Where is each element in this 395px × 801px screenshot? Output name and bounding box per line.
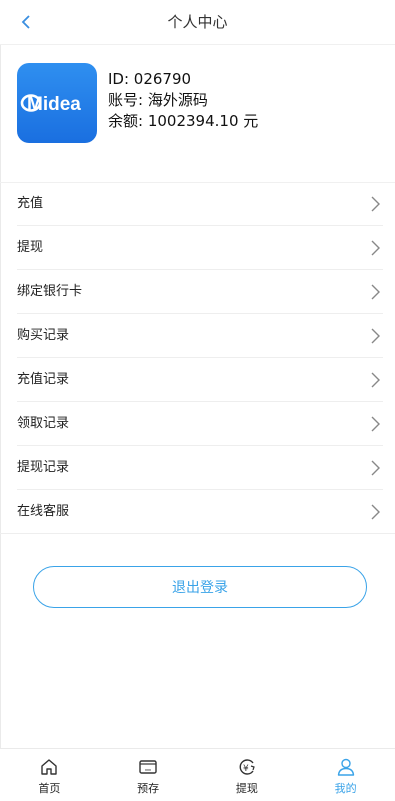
tab-home[interactable]: 首页 — [0, 749, 99, 801]
menu-item-label: 充值记录 — [17, 372, 70, 387]
brand-logo: Midea — [17, 63, 97, 143]
logout-button[interactable]: 退出登录 — [33, 566, 367, 608]
balance: 余额: 1002394.10 元 — [108, 112, 259, 130]
user-icon — [337, 758, 354, 776]
account-name: 账号: 海外源码 — [108, 91, 208, 109]
menu-item-online-service[interactable]: 在线客服 — [17, 490, 383, 533]
profile-card: Midea ID: 026790 账号: 海外源码 余额: 1002394.10… — [0, 44, 395, 183]
tab-withdraw[interactable]: ¥ 提现 — [198, 749, 297, 801]
tab-label: 预存 — [137, 782, 160, 795]
menu-list: 充值 提现 绑定银行卡 购买记录 充值记录 领取记录 提现记录 在线客服 — [0, 182, 395, 533]
chevron-right-icon — [371, 240, 380, 256]
page-title: 个人中心 — [167, 13, 228, 31]
chevron-right-icon — [371, 284, 380, 300]
chevron-right-icon — [371, 328, 380, 344]
header-bar: 个人中心 — [0, 0, 395, 45]
chevron-right-icon — [371, 460, 380, 476]
home-icon — [41, 759, 58, 775]
menu-item-label: 购买记录 — [17, 328, 70, 343]
menu-item-label: 领取记录 — [17, 416, 70, 431]
menu-item-recharge-records[interactable]: 充值记录 — [17, 358, 383, 402]
menu-item-withdraw-records[interactable]: 提现记录 — [17, 446, 383, 490]
chevron-right-icon — [371, 416, 380, 432]
menu-item-purchase-records[interactable]: 购买记录 — [17, 314, 383, 358]
withdraw-icon: ¥ — [239, 759, 255, 775]
tab-label: 首页 — [38, 782, 61, 795]
chevron-right-icon — [371, 504, 380, 520]
menu-item-claim-records[interactable]: 领取记录 — [17, 402, 383, 446]
tab-label: 提现 — [235, 782, 258, 795]
card-icon — [139, 760, 157, 774]
menu-divider — [0, 533, 395, 534]
menu-item-recharge[interactable]: 充值 — [17, 182, 383, 226]
tab-label: 我的 — [334, 782, 357, 795]
menu-item-label: 提现记录 — [17, 460, 70, 475]
tab-deposit[interactable]: 预存 — [99, 749, 198, 801]
chevron-right-icon — [371, 372, 380, 388]
menu-item-label: 在线客服 — [17, 504, 70, 519]
tab-bar: 首页 预存 ¥ 提现 我的 — [0, 748, 395, 801]
menu-item-withdraw[interactable]: 提现 — [17, 226, 383, 270]
profile-info: ID: 026790 账号: 海外源码 余额: 1002394.10 元 — [108, 69, 258, 132]
menu-item-bind-card[interactable]: 绑定银行卡 — [17, 270, 383, 314]
chevron-right-icon — [371, 196, 380, 212]
brand-logo-text: Midea — [27, 94, 81, 115]
menu-item-label: 绑定银行卡 — [17, 284, 83, 299]
menu-item-label: 提现 — [17, 240, 44, 255]
tab-mine[interactable]: 我的 — [296, 749, 395, 801]
svg-text:¥: ¥ — [243, 764, 249, 774]
menu-item-label: 充值 — [17, 196, 44, 211]
user-id: ID: 026790 — [108, 70, 192, 88]
